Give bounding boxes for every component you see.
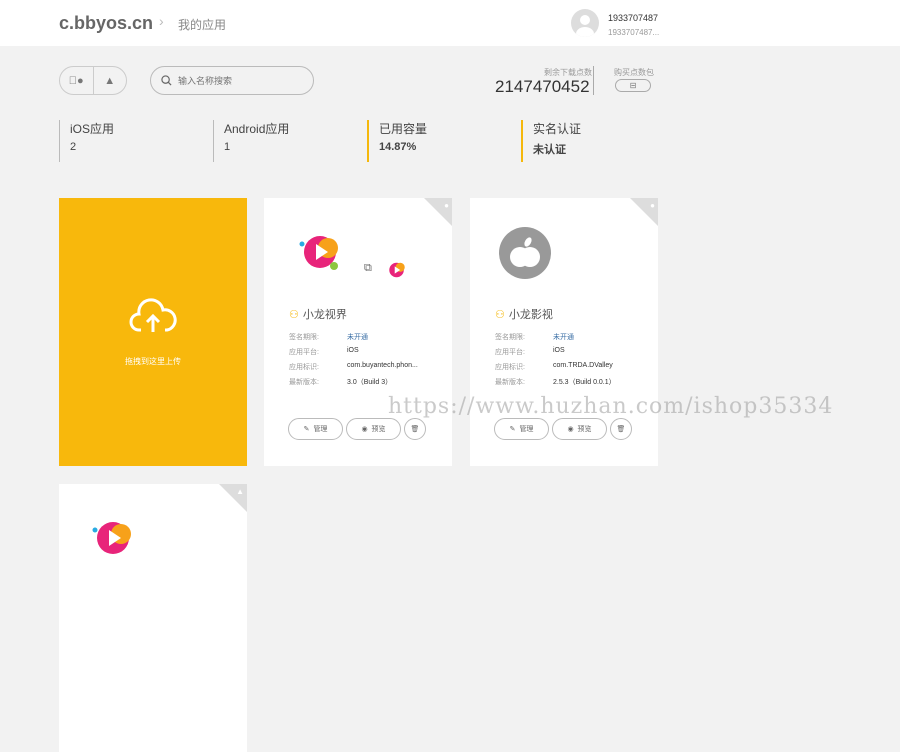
logo[interactable]: c.bbyos.cn (59, 13, 153, 34)
preview-button[interactable]: ◉ 预览 (346, 418, 401, 440)
stat-label: Android应用 (224, 122, 290, 136)
stat-label: 实名认证 (533, 122, 582, 136)
app-card[interactable]: ● ⚇ 小龙影视 签名期限: 未开通 应用平台: iOS 应用标识: com.TRDA.… (470, 198, 658, 466)
info-value: com.TRDA.DValley (553, 362, 613, 369)
divider (593, 66, 594, 95)
info-value: 未开通 (553, 334, 574, 341)
stat-ios: iOS应用 2 (59, 120, 114, 162)
app-name[interactable]: ⚇ 小龙视界 (289, 306, 347, 322)
breadcrumb: 我的应用 (178, 18, 227, 32)
user-icon: ⚇ (495, 309, 505, 321)
stat-capacity: 已用容量 14.87% (367, 120, 427, 162)
button-label: 预览 (371, 426, 386, 433)
info-key: 签名期限: (289, 334, 319, 341)
user-icon: ⚇ (289, 309, 299, 321)
app-icon (299, 236, 338, 270)
info-value: 未开通 (347, 334, 368, 341)
user-name[interactable]: 1933707487 (608, 13, 658, 23)
stat-value: 2 (70, 141, 77, 153)
app-card[interactable]: ● ⧉ ⚇ 小龙视界 签名期限: 未开通 应用平台: iOS 应用标识: com.buy… (264, 198, 452, 466)
search-input[interactable] (178, 75, 298, 86)
delete-button[interactable]: 🗑 (404, 418, 426, 440)
button-label: 预览 (577, 426, 592, 433)
info-key: 应用平台: (289, 349, 319, 356)
stat-label: 已用容量 (379, 122, 428, 136)
info-key: 最新版本: (289, 379, 319, 386)
info-key: 应用标识: (289, 364, 319, 371)
header: c.bbyos.cn › 我的应用 1933707487 1933707487.… (0, 0, 900, 46)
cart-icon: ⊟ (629, 81, 637, 90)
apple-badge-icon: ● (424, 198, 452, 226)
app-name-text: 小龙视界 (302, 309, 347, 321)
trash-icon: 🗑 (616, 426, 626, 433)
user-sub: 1933707487... (608, 28, 660, 37)
app-icon (92, 522, 131, 554)
pencil-icon: ✎ (303, 426, 310, 433)
stat-label: iOS应用 (70, 122, 115, 136)
buy-label: 购买点数包 (614, 68, 654, 77)
stat-android: Android应用 1 (213, 120, 289, 162)
stat-verification: 实名认证 未认证 (521, 120, 581, 162)
buy-button[interactable]: ⊟ (615, 79, 651, 92)
app-card[interactable]: ▲ (59, 484, 247, 752)
info-key: 最新版本: (495, 379, 525, 386)
stat-value: 14.87% (379, 141, 417, 153)
info-key: 应用标识: (495, 364, 525, 371)
app-info: 签名期限: 未开通 应用平台: iOS 应用标识: com.TRDA.DValley … (495, 332, 616, 392)
trash-icon: 🗑 (410, 426, 420, 433)
apple-icon[interactable]: ● (60, 67, 93, 94)
cloud-upload-icon (129, 298, 177, 332)
android-badge-icon: ▲ (219, 484, 247, 512)
info-value: iOS (553, 347, 565, 354)
breadcrumb-separator: › (159, 13, 164, 29)
info-value: 2.5.3（Build 0.0.1） (553, 379, 616, 386)
delete-button[interactable]: 🗑 (610, 418, 632, 440)
stat-value: 1 (224, 141, 231, 153)
eye-icon: ◉ (567, 426, 574, 433)
manage-button[interactable]: ✎ 管理 (288, 418, 343, 440)
info-value: iOS (347, 347, 359, 354)
info-key: 签名期限: (495, 334, 525, 341)
platform-filter: ● ▲ (59, 66, 127, 95)
pencil-icon: ✎ (509, 426, 516, 433)
qr-app-icon[interactable] (386, 260, 408, 280)
button-label: 管理 (519, 426, 534, 433)
search-icon (161, 75, 172, 86)
upload-dropzone[interactable]: 拖拽到这里上传 (59, 198, 247, 466)
preview-button[interactable]: ◉ 预览 (552, 418, 607, 440)
button-label: 管理 (313, 426, 328, 433)
app-name-text: 小龙影视 (508, 309, 553, 321)
points-value: 2147470452 (495, 77, 590, 96)
android-icon[interactable]: ▲ (92, 67, 127, 94)
upload-label: 拖拽到这里上传 (125, 357, 181, 366)
manage-button[interactable]: ✎ 管理 (494, 418, 549, 440)
search-box (150, 66, 314, 95)
info-value: 3.0（Build 3） (347, 379, 393, 386)
apple-badge-icon: ● (630, 198, 658, 226)
stat-value: 未认证 (533, 144, 566, 156)
avatar[interactable] (571, 9, 599, 37)
info-key: 应用平台: (495, 349, 525, 356)
eye-icon: ◉ (361, 426, 368, 433)
copy-icon[interactable]: ⧉ (364, 262, 372, 275)
app-icon (499, 227, 551, 279)
app-name[interactable]: ⚇ 小龙影视 (495, 306, 553, 322)
app-info: 签名期限: 未开通 应用平台: iOS 应用标识: com.buyantech.pho… (289, 332, 418, 392)
info-value: com.buyantech.phon... (347, 362, 418, 369)
